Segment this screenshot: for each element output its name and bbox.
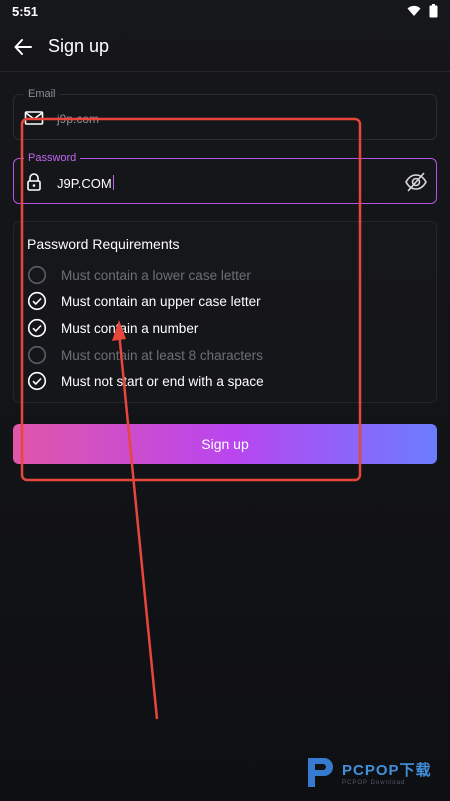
check-circle-icon bbox=[27, 318, 47, 338]
watermark-sub: PCPOP Download bbox=[342, 779, 406, 786]
requirement-no-space: Must not start or end with a space bbox=[27, 371, 264, 391]
requirement-label: Must contain a lower case letter bbox=[61, 267, 251, 283]
status-time: 5:51 bbox=[12, 3, 39, 19]
battery-icon bbox=[429, 4, 438, 18]
email-label: Email bbox=[24, 87, 60, 101]
watermark: PCPOP下载 PCPOP Download bbox=[304, 752, 444, 792]
page-title: Sign up bbox=[48, 36, 110, 56]
text-cursor bbox=[112, 175, 115, 190]
requirement-label: Must contain a number bbox=[61, 320, 199, 336]
requirements-title: Password Requirements bbox=[27, 236, 180, 252]
eye-off-icon[interactable] bbox=[404, 170, 428, 194]
requirement-uppercase: Must contain an upper case letter bbox=[27, 291, 261, 311]
requirement-label: Must contain an upper case letter bbox=[61, 293, 261, 309]
password-field[interactable]: Password J9P.COM bbox=[13, 151, 437, 204]
back-button[interactable] bbox=[0, 22, 46, 72]
status-icons bbox=[407, 4, 438, 18]
signup-button[interactable]: Sign up bbox=[13, 424, 437, 464]
watermark-logo-icon bbox=[308, 758, 333, 787]
requirement-label: Must not start or end with a space bbox=[61, 373, 264, 389]
password-value: J9P.COM bbox=[57, 175, 115, 191]
watermark-main: PCPOP下载 bbox=[342, 761, 432, 779]
requirement-number: Must contain a number bbox=[27, 318, 198, 338]
check-circle-icon bbox=[27, 291, 47, 311]
email-value: j9p.com bbox=[57, 112, 100, 126]
app-bar: Sign up bbox=[0, 22, 450, 72]
password-text: J9P.COM bbox=[57, 176, 112, 191]
check-circle-icon bbox=[27, 371, 47, 391]
empty-circle-icon bbox=[27, 345, 47, 365]
password-requirements-card: Password Requirements Must contain a low… bbox=[13, 221, 437, 403]
requirement-label: Must contain at least 8 characters bbox=[61, 347, 263, 363]
wifi-icon bbox=[407, 5, 421, 16]
status-bar: 5:51 bbox=[0, 0, 450, 22]
email-field[interactable]: Email j9p.com bbox=[13, 87, 437, 140]
empty-circle-icon bbox=[27, 265, 47, 285]
password-label: Password bbox=[24, 151, 81, 165]
watermark-text: PCPOP下载 PCPOP Download bbox=[342, 759, 432, 786]
requirement-length: Must contain at least 8 characters bbox=[27, 345, 263, 365]
arrow-left-icon bbox=[14, 38, 32, 55]
lock-icon bbox=[27, 173, 41, 191]
mail-icon bbox=[24, 111, 44, 125]
requirement-lowercase: Must contain a lower case letter bbox=[27, 265, 251, 285]
